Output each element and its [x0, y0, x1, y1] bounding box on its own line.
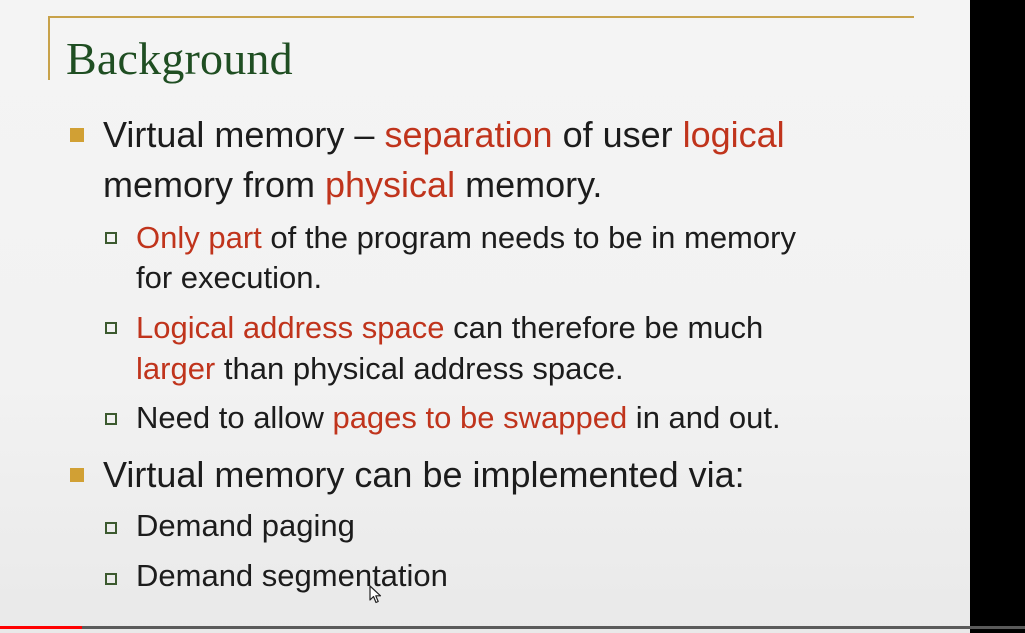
text-run: Virtual memory –	[103, 114, 385, 155]
text-run: of the program needs to be in memory	[261, 220, 796, 255]
highlight-text: separation	[384, 114, 553, 155]
bullet-marker	[70, 468, 84, 482]
sub-bullet-2-line-2: larger than physical address space.	[136, 351, 624, 387]
highlight-text: Only part	[136, 220, 262, 255]
sub-bullet-marker	[105, 413, 117, 425]
title-frame-left-rule	[48, 16, 50, 80]
sub-bullet-marker	[105, 232, 117, 244]
sub-bullet-3-line-1: Need to allow pages to be swapped in and…	[136, 400, 781, 436]
video-frame: Background Virtual memory – separation o…	[0, 0, 1025, 633]
sub-bullet-5-line-1: Demand segmentation	[136, 558, 448, 593]
video-side-bar	[970, 0, 1025, 633]
text-run: can therefore be much	[444, 310, 764, 345]
text-run: of user	[552, 114, 683, 155]
text-run: memory from	[103, 164, 326, 205]
highlight-text: larger	[136, 351, 216, 386]
highlight-text: pages to be swapped	[332, 400, 628, 435]
slide-title: Background	[66, 33, 293, 84]
sub-bullet-marker	[105, 522, 117, 534]
sub-bullet-marker	[105, 322, 117, 334]
text-run: memory.	[455, 164, 603, 205]
highlight-text: physical	[325, 164, 456, 205]
sub-bullet-4-line-1: Demand paging	[136, 508, 355, 543]
bullet-1-line-1: Virtual memory – separation of user logi…	[103, 114, 785, 156]
text-run: than physical address space.	[215, 351, 624, 386]
sub-bullet-1-line-1: Only part of the program needs to be in …	[136, 220, 796, 256]
title-frame-top-rule	[48, 16, 914, 18]
highlight-text: Logical address space	[136, 310, 445, 345]
text-run: Need to allow	[136, 400, 333, 435]
video-progress-bar[interactable]	[0, 626, 1025, 629]
mouse-pointer-icon	[369, 585, 382, 604]
sub-bullet-1-line-2: for execution.	[136, 260, 323, 295]
video-progress-played	[0, 626, 82, 629]
sub-bullet-2-line-1: Logical address space can therefore be m…	[136, 310, 763, 346]
bullet-marker	[70, 128, 84, 142]
bullet-2-line-1: Virtual memory can be implemented via:	[103, 454, 745, 495]
highlight-text: logical	[682, 114, 785, 155]
text-run: in and out.	[627, 400, 781, 435]
slide: Background Virtual memory – separation o…	[0, 0, 970, 633]
sub-bullet-marker	[105, 573, 117, 585]
bullet-1-line-2: memory from physical memory.	[103, 164, 602, 206]
